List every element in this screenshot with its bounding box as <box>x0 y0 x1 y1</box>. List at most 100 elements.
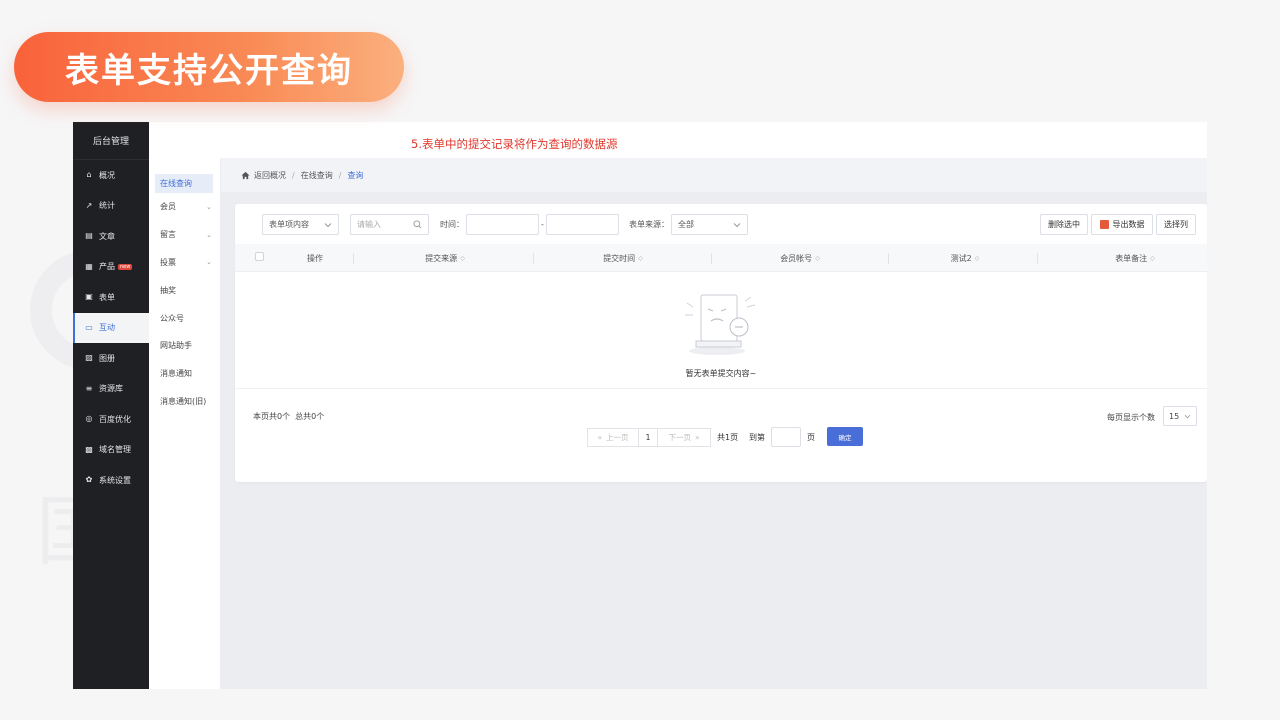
sort-icon: ◇ <box>638 254 643 262</box>
header-remark[interactable]: 表单备注 ◇ <box>1085 244 1185 272</box>
prev-page-button[interactable]: « 上一页 <box>587 428 639 447</box>
sidebar-item-label: 产品 <box>99 262 115 272</box>
subnav-item-label: 在线查询 <box>160 179 192 188</box>
empty-state-icon <box>685 294 756 355</box>
subnav-item[interactable]: 公众号 <box>149 304 220 332</box>
delete-selected-button[interactable]: 删除选中 <box>1040 214 1088 235</box>
search-placeholder: 请输入 <box>357 220 381 229</box>
breadcrumb-separator: / <box>292 170 295 180</box>
search-input[interactable]: 请输入 <box>350 214 429 235</box>
field-select[interactable]: 表单项内容 <box>262 214 339 235</box>
sidebar-title: 后台管理 <box>73 122 149 160</box>
sidebar-item[interactable]: ✿ 系统设置 <box>73 465 149 496</box>
sidebar-item[interactable]: ↗ 统计 <box>73 191 149 222</box>
admin-screenshot: 后台管理 ⌂ 概况 ↗ 统计 ▤ 文章 ▦ 产品 new ▣ 表单 ▭ 互动 ▨ 图册 ≡ 资源库 ◎ 百度优化 ▩ 域… <box>73 122 1207 689</box>
select-columns-button[interactable]: 选择列 <box>1156 214 1196 235</box>
subnav-item-label: 留言 <box>160 230 176 240</box>
sidebar-item-label: 资源库 <box>99 384 123 394</box>
per-page-select[interactable]: 15 <box>1163 406 1197 426</box>
sidebar-item[interactable]: ≡ 资源库 <box>73 374 149 405</box>
content-card: 表单项内容 请输入 时间： - 表单来源： 全部 删除选中 导出数据 选择列 操… <box>235 204 1207 482</box>
subnav-item[interactable]: 抽奖 <box>149 276 220 304</box>
next-page-button[interactable]: 下一页 » <box>657 428 711 447</box>
sidebar-item[interactable]: ▩ 域名管理 <box>73 435 149 466</box>
total-pages: 共1页 <box>717 433 739 442</box>
field-select-value: 表单项内容 <box>269 220 309 229</box>
export-data-button[interactable]: 导出数据 <box>1091 214 1153 235</box>
sidebar: 后台管理 ⌂ 概况 ↗ 统计 ▤ 文章 ▦ 产品 new ▣ 表单 ▭ 互动 ▨ 图册 ≡ 资源库 ◎ 百度优化 ▩ 域… <box>73 122 149 689</box>
source-select-value: 全部 <box>678 220 694 229</box>
confirm-button[interactable]: 确定 <box>827 427 863 446</box>
double-chevron-right-icon: » <box>694 433 700 442</box>
sort-icon: ◇ <box>815 254 820 262</box>
time-separator: - <box>541 220 544 229</box>
sidebar-item-label: 系统设置 <box>99 475 131 485</box>
goto-label: 到第 <box>749 433 765 442</box>
header-member[interactable]: 会员帐号 ◇ <box>750 244 850 272</box>
sidebar-item[interactable]: ▨ 图册 <box>73 343 149 374</box>
sort-icon: ◇ <box>1150 254 1155 262</box>
chevron-down-icon: ⌄ <box>206 258 212 267</box>
source-label: 表单来源： <box>629 220 669 229</box>
prev-page-label: 上一页 <box>606 433 629 442</box>
album-icon: ▨ <box>85 353 93 363</box>
sort-icon: ◇ <box>974 254 980 262</box>
select-all-checkbox[interactable] <box>255 252 264 261</box>
sidebar-item[interactable]: ▤ 文章 <box>73 221 149 252</box>
sidebar-item-label: 互动 <box>99 323 115 333</box>
breadcrumb-parent[interactable]: 在线查询 <box>301 170 333 181</box>
subnav-item-label: 网站助手 <box>160 341 192 351</box>
annotation-note: 5.表单中的提交记录将作为查询的数据源 <box>411 137 618 151</box>
subnav-item[interactable]: 投票 ⌄ <box>149 249 220 277</box>
header-test2[interactable]: 测试2 ◇ <box>925 244 1005 272</box>
sidebar-item[interactable]: ▭ 互动 <box>73 312 149 343</box>
subnav-item[interactable]: 会员 ⌄ <box>149 193 220 221</box>
form-icon: ▣ <box>85 292 93 302</box>
sidebar-item-label: 图册 <box>99 353 115 363</box>
header-time[interactable]: 提交时间 ◇ <box>573 244 673 272</box>
chat-icon: ▭ <box>85 322 93 332</box>
double-chevron-left-icon: « <box>597 433 603 442</box>
end-date-input[interactable] <box>546 214 619 235</box>
sidebar-item[interactable]: ◎ 百度优化 <box>73 404 149 435</box>
home-icon <box>241 171 250 179</box>
feature-banner: 表单支持公开查询 <box>14 32 404 102</box>
header-source[interactable]: 提交来源 ◇ <box>395 244 495 272</box>
subnav-item[interactable]: 网站助手 <box>149 332 220 360</box>
search-icon <box>413 220 422 229</box>
sidebar-item-label: 概况 <box>99 170 115 180</box>
article-icon: ▤ <box>85 231 93 241</box>
page-stats: 本页共0个 总共0个 <box>253 412 325 421</box>
sidebar-item[interactable]: ▦ 产品 new <box>73 252 149 283</box>
sidebar-item-label: 百度优化 <box>99 414 131 424</box>
export-label: 导出数据 <box>1112 220 1145 229</box>
sidebar-item[interactable]: ⌂ 概况 <box>73 160 149 191</box>
per-page-value: 15 <box>1169 411 1180 421</box>
page-number[interactable]: 1 <box>638 428 658 447</box>
start-date-input[interactable] <box>466 214 539 235</box>
chevron-down-icon: ⌄ <box>206 202 212 211</box>
chart-icon: ↗ <box>85 200 93 210</box>
chevron-down-icon <box>324 222 332 227</box>
home-icon: ⌂ <box>86 170 92 180</box>
breadcrumb-current: 查询 <box>347 170 364 180</box>
banner-title: 表单支持公开查询 <box>65 50 353 91</box>
table-header: 操作 提交来源 ◇ 提交时间 ◇ 会员帐号 ◇ 测试2 ◇ 表单备注 ◇ <box>235 244 1207 272</box>
source-select[interactable]: 全部 <box>671 214 748 235</box>
top-bar: 5.表单中的提交记录将作为查询的数据源 <box>149 122 1207 158</box>
subnav-item-label: 会员 <box>160 202 176 212</box>
subnav-item-label: 抽奖 <box>160 285 176 295</box>
subnav-item[interactable]: 消息通知 <box>149 360 220 388</box>
sidebar-item-label: 文章 <box>99 231 115 241</box>
breadcrumb-separator: / <box>338 170 342 180</box>
chevron-down-icon <box>733 222 741 227</box>
breadcrumb-back[interactable]: 返回概况 <box>254 170 286 181</box>
database-icon: ≡ <box>85 383 93 393</box>
sidebar-item-label: 统计 <box>99 201 115 211</box>
goto-page-input[interactable] <box>771 427 801 447</box>
sidebar-item[interactable]: ▣ 表单 <box>73 282 149 313</box>
header-action: 操作 <box>307 253 323 263</box>
subnav-item[interactable]: 在线查询 <box>155 174 213 193</box>
subnav-item[interactable]: 消息通知(旧) <box>149 388 220 416</box>
subnav-item[interactable]: 留言 ⌄ <box>149 221 220 249</box>
